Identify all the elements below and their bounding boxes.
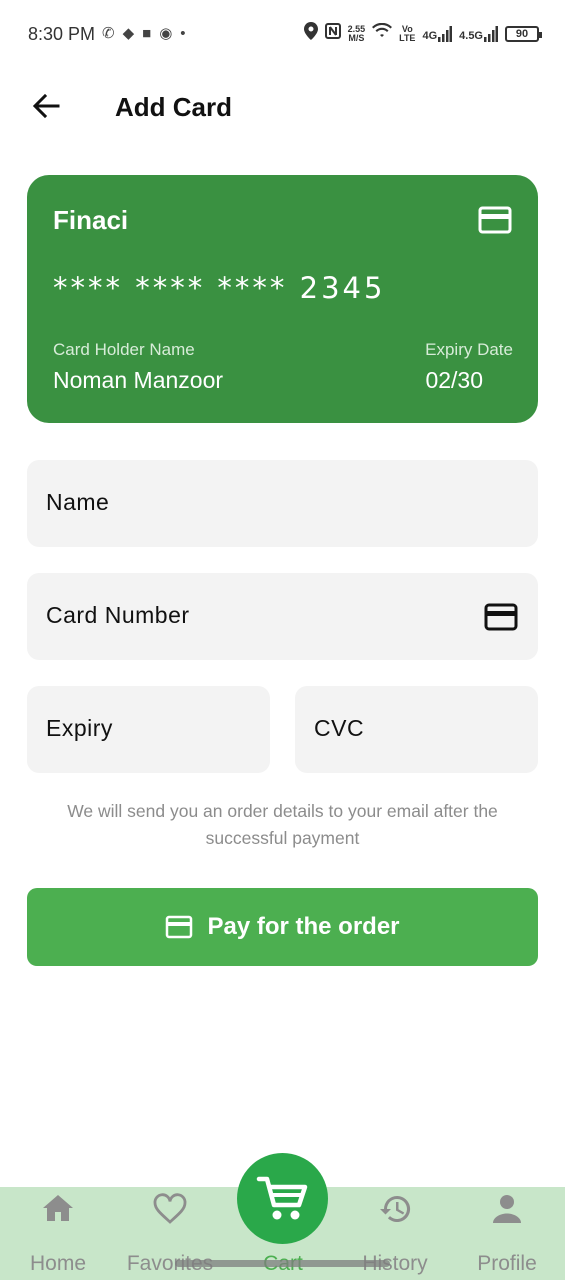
expiry-field[interactable]: Expiry (27, 686, 270, 773)
pay-button[interactable]: Pay for the order (27, 888, 538, 966)
payment-note: We will send you an order details to you… (67, 801, 498, 848)
cvc-field-label: CVC (314, 715, 365, 741)
person-icon (493, 1195, 521, 1223)
status-system-icons: 2.55 M/S Vo LTE 4G 4.5G 90 (303, 22, 542, 45)
card-brand: Finaci (53, 205, 129, 235)
nfc-icon (324, 23, 341, 44)
expiry-field-label: Expiry (46, 715, 113, 741)
nav-item-profile[interactable]: Profile (452, 1187, 562, 1280)
card-expiry-value: 02/30 (425, 367, 483, 393)
home-indicator[interactable] (175, 1260, 390, 1267)
volte-indicator: Vo LTE (399, 23, 416, 43)
name-field-label: Name (46, 489, 110, 515)
chat-icon: ◆ (122, 25, 135, 42)
name-field[interactable]: Name (27, 460, 538, 547)
card-preview: Finaci **** **** **** 2345 Card Holder N… (27, 175, 538, 423)
nav-label-profile: Profile (477, 1252, 537, 1275)
history-icon (380, 1195, 411, 1222)
pay-button-label: Pay for the order (207, 913, 400, 940)
status-bar: 8:30 PM ✆ ◆ ■ ◉ • 2.55 M/S Vo LTE 4G 4.5… (0, 0, 565, 70)
net-speed: 2.55 M/S (347, 23, 366, 43)
heart-icon (153, 1193, 187, 1224)
status-notification-icons: ✆ ◆ ■ ◉ • (102, 25, 186, 43)
dot-icon: • (180, 25, 186, 42)
card-number-field[interactable]: Card Number (27, 573, 538, 660)
cart-icon (256, 1176, 307, 1219)
card-number: **** **** **** 2345 (53, 271, 386, 305)
signal-icon-2: 4.5G (459, 25, 498, 42)
card-expiry-label: Expiry Date (425, 340, 513, 359)
credit-card-icon (484, 603, 518, 631)
page-title: Add Card (115, 92, 232, 122)
cart-fab-button[interactable] (237, 1153, 328, 1244)
wifi-icon (372, 22, 393, 44)
credit-card-icon (478, 206, 512, 234)
card-holder-label: Card Holder Name (53, 340, 195, 359)
back-button[interactable] (28, 88, 64, 124)
app-icon: ◉ (159, 25, 173, 42)
signal-icon-1: 4G (422, 25, 453, 42)
card-number-field-label: Card Number (46, 602, 190, 628)
arrow-left-icon (32, 93, 60, 119)
location-icon (303, 22, 318, 45)
credit-card-icon (166, 915, 193, 939)
nav-item-home[interactable]: Home (3, 1187, 113, 1280)
home-icon (43, 1195, 73, 1221)
video-icon: ■ (142, 25, 152, 42)
cvc-field[interactable]: CVC (295, 686, 538, 773)
whatsapp-icon: ✆ (102, 25, 115, 42)
status-time: 8:30 PM (28, 24, 96, 44)
battery-icon: 90 (505, 25, 542, 42)
card-holder-name: Noman Manzoor (53, 367, 224, 393)
nav-label-home: Home (29, 1252, 87, 1275)
